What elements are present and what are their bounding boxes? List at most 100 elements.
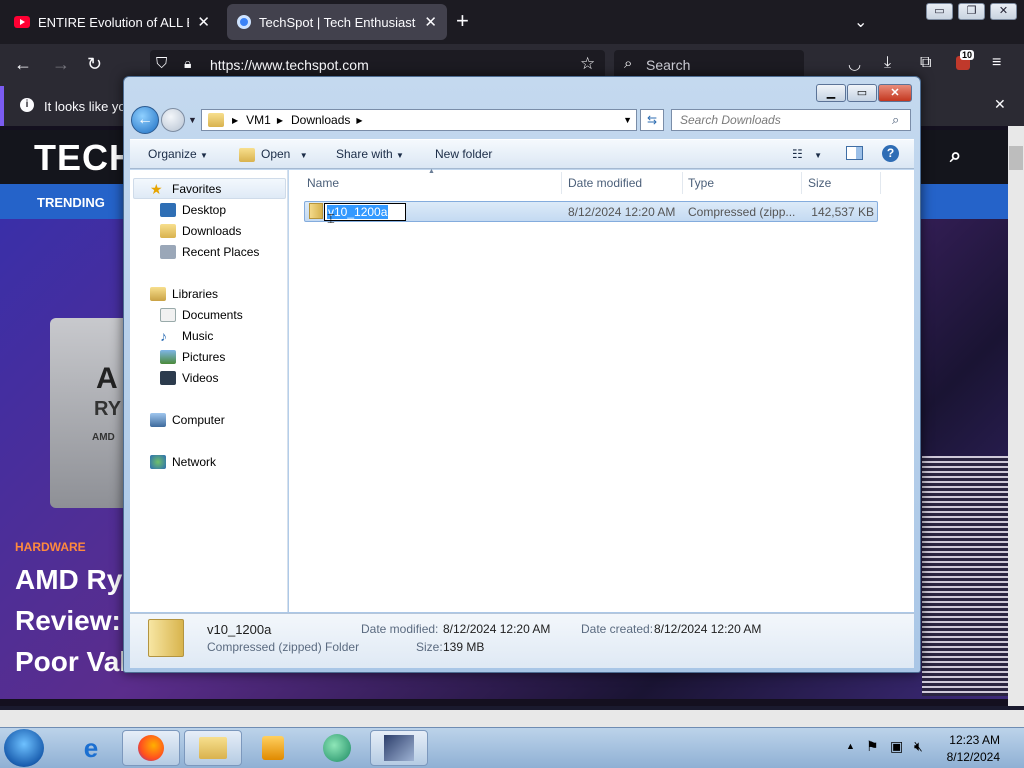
refresh-button[interactable]: ⇆ <box>640 109 664 131</box>
vm-close-button[interactable]: ✕ <box>990 3 1017 20</box>
column-type[interactable]: Type <box>688 176 714 190</box>
search-downloads-input[interactable]: Search Downloads <box>671 109 911 131</box>
back-icon[interactable]: ← <box>14 54 32 75</box>
reload-icon[interactable]: ↻ <box>87 54 102 75</box>
forward-icon[interactable]: → <box>52 54 70 75</box>
network-icon <box>150 455 166 469</box>
view-options-icon[interactable]: ☷ ▼ <box>792 147 822 161</box>
details-date-modified: 8/12/2024 12:20 AM <box>443 622 551 636</box>
address-dropdown-icon[interactable]: ▼ <box>623 115 632 125</box>
internet-explorer-icon[interactable]: e <box>62 730 120 766</box>
breadcrumb-vm1[interactable]: VM1 <box>246 113 271 127</box>
preview-pane-icon[interactable] <box>846 146 863 160</box>
lock-icon[interactable]: 🔒︎ <box>184 55 191 72</box>
explorer-taskbar-button[interactable] <box>184 730 242 766</box>
clock[interactable]: 12:23 AM 8/12/2024 <box>940 732 1000 766</box>
menu-icon[interactable]: ≡ <box>992 54 1001 72</box>
url-text[interactable]: https://www.techspot.com <box>210 57 369 73</box>
recent-places-icon <box>160 245 176 259</box>
minimize-button[interactable]: ▁ <box>816 84 846 102</box>
history-dropdown-icon[interactable]: ▼ <box>188 115 197 125</box>
help-icon[interactable]: ? <box>882 145 899 162</box>
zip-folder-icon <box>309 203 323 219</box>
address-bar[interactable]: ▶ VM1 ▶ Downloads ▶ ▼ <box>201 109 637 131</box>
close-button[interactable]: ✕ <box>878 84 912 102</box>
maximize-button[interactable]: ▭ <box>847 84 877 102</box>
headline-line[interactable]: AMD Ryz <box>15 564 136 596</box>
nav-videos[interactable]: Videos <box>160 371 218 385</box>
tab-list-chevron-icon[interactable]: ⌄ <box>854 12 867 32</box>
column-name[interactable]: Name <box>307 176 339 190</box>
breadcrumb-arrow-icon[interactable]: ▶ <box>356 116 362 125</box>
horizontal-scrollbar[interactable] <box>0 710 1024 727</box>
tab-title: ENTIRE Evolution of ALL Europe <box>38 14 189 30</box>
site-logo[interactable]: TECH <box>34 137 136 179</box>
nav-network[interactable]: Network <box>150 455 216 469</box>
nav-documents[interactable]: Documents <box>160 308 243 322</box>
media-player-icon[interactable] <box>244 730 302 766</box>
nav-recent-places[interactable]: Recent Places <box>160 245 259 259</box>
breadcrumb-arrow-icon[interactable]: ▶ <box>232 116 238 125</box>
breadcrumb-arrow-icon[interactable]: ▶ <box>277 116 283 125</box>
category-label[interactable]: HARDWARE <box>15 540 86 554</box>
rename-input[interactable]: v10_1200a <box>324 203 406 221</box>
vertical-scrollbar[interactable] <box>1008 126 1024 706</box>
nav-label: Favorites <box>172 182 222 196</box>
vm-minimize-button[interactable]: ▭ <box>926 3 953 20</box>
back-button[interactable]: ← <box>131 106 159 134</box>
open-button[interactable]: Open ▼ <box>239 147 308 162</box>
downloads-icon[interactable]: ⤓ <box>884 54 891 72</box>
app-globe-icon[interactable] <box>308 730 366 766</box>
search-icon[interactable]: ⌕ <box>892 112 899 128</box>
column-date-modified[interactable]: Date modified <box>568 176 642 190</box>
nav-libraries[interactable]: Libraries <box>150 287 218 301</box>
music-icon: ♪ <box>160 328 167 344</box>
nav-label: Music <box>182 329 214 343</box>
nav-pictures[interactable]: Pictures <box>160 350 225 364</box>
new-tab-button[interactable]: + <box>456 10 469 32</box>
downloads-folder-icon <box>160 224 176 238</box>
nav-downloads[interactable]: Downloads <box>160 224 241 238</box>
close-infobar-icon[interactable]: ✕ <box>994 96 1006 113</box>
firefox-taskbar-button[interactable] <box>122 730 180 766</box>
shield-icon[interactable]: ⛉ <box>156 55 167 72</box>
cpu-pins-image <box>922 456 1008 696</box>
headline-line[interactable]: Review: <box>15 605 121 637</box>
show-hidden-icons[interactable]: ▲ <box>846 741 855 751</box>
headline-line[interactable]: Poor Val <box>15 646 127 678</box>
close-tab-icon[interactable]: ✕ <box>197 13 210 31</box>
trending-link[interactable]: TRENDING <box>37 195 105 210</box>
new-folder-button[interactable]: New folder <box>435 147 492 161</box>
column-divider[interactable] <box>801 172 802 194</box>
app-taskbar-button[interactable] <box>370 730 428 766</box>
volume-muted-icon[interactable]: 🔇︎ <box>914 738 923 755</box>
close-tab-icon[interactable]: ✕ <box>424 13 437 31</box>
pocket-icon[interactable]: ◡ <box>848 55 861 73</box>
bookmark-star-icon[interactable]: ☆ <box>580 54 595 74</box>
scrollbar-thumb[interactable] <box>1009 146 1023 170</box>
column-divider[interactable] <box>880 172 881 194</box>
tab-techspot[interactable]: TechSpot | Tech Enthusiasts, Po ✕ <box>227 4 447 40</box>
nav-label: Pictures <box>182 350 226 364</box>
extensions-icon[interactable]: ⧉ <box>920 54 931 72</box>
search-placeholder[interactable]: Search <box>646 57 690 73</box>
desktop-icon <box>160 203 176 217</box>
tab-youtube[interactable]: ENTIRE Evolution of ALL Europe ✕ <box>4 4 220 40</box>
site-search-icon[interactable]: ⌕ <box>950 145 961 168</box>
details-name: v10_1200a <box>207 622 272 637</box>
action-center-flag-icon[interactable]: ⚑ <box>866 738 879 755</box>
share-with-button[interactable]: Share with ▼ <box>336 147 404 161</box>
network-tray-icon[interactable]: ▣ <box>890 738 903 755</box>
vm-restore-button[interactable]: ❐ <box>958 3 985 20</box>
breadcrumb-downloads[interactable]: Downloads <box>291 113 350 127</box>
nav-desktop[interactable]: Desktop <box>160 203 226 217</box>
column-size[interactable]: Size <box>808 176 831 190</box>
nav-music[interactable]: ♪ Music <box>160 329 213 343</box>
column-divider[interactable] <box>682 172 683 194</box>
nav-favorites[interactable]: ★ Favorites <box>150 182 221 196</box>
column-divider[interactable] <box>561 172 562 194</box>
forward-button[interactable] <box>161 108 185 132</box>
nav-computer[interactable]: Computer <box>150 413 225 427</box>
organize-button[interactable]: Organize ▼ <box>148 147 208 161</box>
start-button[interactable] <box>4 729 44 767</box>
